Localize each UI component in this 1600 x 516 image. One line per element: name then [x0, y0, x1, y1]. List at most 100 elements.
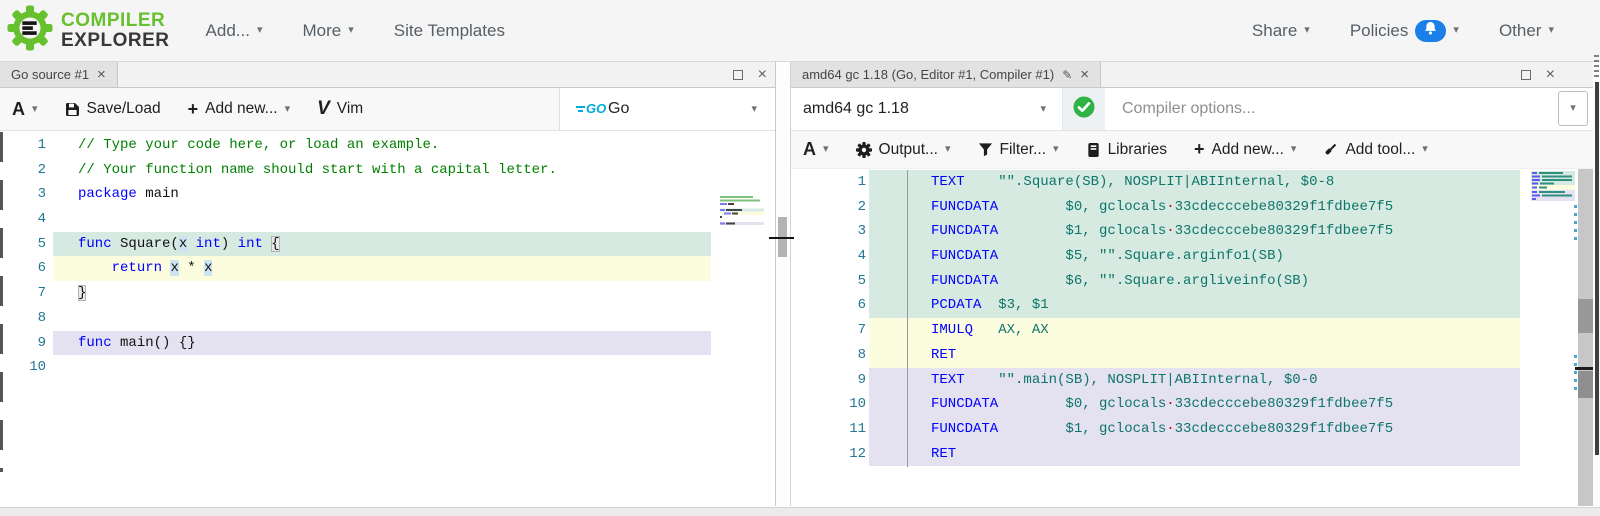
scrollbar-thumb[interactable] [1578, 299, 1593, 333]
drag-grip-icon[interactable] [1594, 55, 1599, 79]
chevron-down-icon: ▾ [1453, 25, 1459, 36]
tab-go-source[interactable]: Go source #1 × [0, 62, 118, 87]
source-minimap[interactable] [720, 196, 764, 232]
navbar: COMPILER EXPLORER Add... ▾ More ▾ Site T… [0, 0, 1600, 62]
save-load-button[interactable]: Save/Load [65, 100, 161, 118]
chevron-down-icon: ▾ [823, 144, 829, 155]
chevron-down-icon: ▾ [1304, 25, 1310, 36]
add-new-button[interactable]: + Add new... ▾ [1194, 139, 1296, 160]
pane-splitter[interactable] [777, 62, 790, 506]
assembly-line[interactable]: 9TEXT "".main(SB), NOSPLIT|ABIInternal, … [791, 368, 1593, 393]
notification-badge [1415, 20, 1446, 42]
logo[interactable]: COMPILER EXPLORER [7, 5, 170, 56]
font-size-button[interactable]: A ▾ [803, 139, 829, 160]
vim-toggle-button[interactable]: V Vim [317, 98, 363, 120]
source-code-line[interactable]: 8 [0, 306, 775, 331]
chevron-down-icon: ▾ [1422, 144, 1428, 155]
code-text: // Type your code here, or load an examp… [78, 133, 439, 158]
rename-pencil-icon[interactable]: ✎ [1062, 68, 1072, 82]
source-code-line[interactable]: 4 [0, 207, 775, 232]
line-number: 9 [0, 331, 46, 356]
line-number: 3 [0, 182, 46, 207]
chevron-down-icon: ▾ [348, 25, 354, 36]
add-new-button[interactable]: + Add new... ▾ [188, 99, 290, 120]
assembly-line[interactable]: 10FUNCDATA $0, gclocals·33cdecccebe80329… [791, 392, 1593, 417]
add-tool-button[interactable]: Add tool... ▾ [1323, 141, 1427, 159]
assembly-line[interactable]: 2FUNCDATA $0, gclocals·33cdecccebe80329f… [791, 195, 1593, 220]
chevron-down-icon: ▾ [1053, 144, 1059, 155]
code-text: PCDATA $3, $1 [931, 293, 1049, 318]
scrollbar-thumb[interactable] [1578, 371, 1593, 398]
close-icon[interactable]: × [758, 67, 767, 83]
filter-button[interactable]: Filter... ▾ [978, 141, 1059, 159]
chevron-down-icon: ▾ [1570, 103, 1576, 114]
line-number: 8 [791, 343, 866, 368]
screwdriver-icon [1323, 142, 1338, 157]
options-dropdown-button[interactable]: ▾ [1558, 91, 1588, 126]
chevron-down-icon: ▾ [1040, 104, 1046, 115]
code-text: FUNCDATA $1, gclocals·33cdecccebe80329f1… [931, 219, 1393, 244]
source-code-line[interactable]: 9func main() {} [0, 331, 775, 356]
line-highlight [869, 343, 1520, 368]
splitter-grip-line [769, 237, 794, 239]
assembly-line[interactable]: 12RET [791, 442, 1593, 467]
source-code-line[interactable]: 7} [0, 281, 775, 306]
assembly-line[interactable]: 8RET [791, 343, 1593, 368]
maximize-icon[interactable] [1521, 70, 1531, 80]
source-code-line[interactable]: 10 [0, 355, 775, 380]
assembly-line[interactable]: 11FUNCDATA $1, gclocals·33cdecccebe80329… [791, 417, 1593, 442]
assembly-line[interactable]: 6 PCDATA $3, $1 [791, 293, 1593, 318]
compiler-explorer-app: COMPILER EXPLORER Add... ▾ More ▾ Site T… [0, 0, 1600, 516]
pane-controls: × [733, 62, 767, 87]
compiler-options-input[interactable] [1105, 88, 1593, 130]
source-code-line[interactable]: 5func Square(x int) int { [0, 232, 775, 257]
close-icon[interactable]: × [1080, 67, 1089, 82]
plus-icon: + [1194, 139, 1205, 160]
compiler-select[interactable]: amd64 gc 1.18 ▾ [791, 88, 1063, 130]
source-code-line[interactable]: 2// Your function name should start with… [0, 158, 775, 183]
output-button[interactable]: Output... ▾ [856, 141, 951, 159]
close-icon[interactable]: × [97, 67, 106, 82]
minimap-decoration-marks [1574, 355, 1577, 395]
vim-icon: V [317, 98, 330, 120]
code-text: FUNCDATA $5, "".Square.arginfo1(SB) [931, 244, 1284, 269]
assembly-minimap[interactable] [1531, 171, 1575, 201]
window-bottom-bar [0, 507, 1600, 516]
line-number: 2 [0, 158, 46, 183]
line-number: 12 [791, 442, 866, 467]
check-circle-icon [1072, 95, 1096, 124]
language-select[interactable]: GO Go ▾ [559, 88, 775, 130]
maximize-icon[interactable] [733, 70, 743, 80]
source-code-editor[interactable]: 1// Type your code here, or load an exam… [0, 131, 775, 505]
navbar-menu-left: Add... ▾ More ▾ Site Templates [206, 21, 505, 41]
compiler-toolbar-row2: A ▾ Output... [791, 131, 1593, 169]
minimap-decoration-marks [1574, 205, 1577, 243]
source-code-line[interactable]: 3package main [0, 182, 775, 207]
menu-share[interactable]: Share ▾ [1252, 21, 1310, 41]
menu-site-templates[interactable]: Site Templates [394, 21, 505, 41]
assembly-line[interactable]: 7IMULQ AX, AX [791, 318, 1593, 343]
compiler-pane-tabbar: amd64 gc 1.18 (Go, Editor #1, Compiler #… [791, 62, 1593, 88]
scrollbar[interactable] [1578, 169, 1593, 506]
menu-other[interactable]: Other ▾ [1499, 21, 1554, 41]
source-code-line[interactable]: 1// Type your code here, or load an exam… [0, 133, 775, 158]
libraries-button[interactable]: Libraries [1086, 141, 1167, 159]
assembly-line[interactable]: 1TEXT "".Square(SB), NOSPLIT|ABIInternal… [791, 170, 1593, 195]
line-number: 6 [791, 293, 866, 318]
tab-compiler-output[interactable]: amd64 gc 1.18 (Go, Editor #1, Compiler #… [791, 62, 1101, 87]
assembly-line[interactable]: 3FUNCDATA $1, gclocals·33cdecccebe80329f… [791, 219, 1593, 244]
line-number: 5 [0, 232, 46, 257]
assembly-line[interactable]: 5FUNCDATA $6, "".Square.argliveinfo(SB) [791, 269, 1593, 294]
menu-more[interactable]: More ▾ [302, 21, 353, 41]
menu-policies[interactable]: Policies ▾ [1350, 20, 1459, 42]
navbar-menu-right: Share ▾ Policies ▾ Other ▾ [1252, 20, 1554, 42]
font-size-button[interactable]: A ▾ [12, 99, 38, 120]
tab-label: Go source #1 [11, 67, 89, 82]
assembly-output-editor[interactable]: 1TEXT "".Square(SB), NOSPLIT|ABIInternal… [791, 169, 1593, 506]
language-value: Go [608, 100, 629, 118]
close-icon[interactable]: × [1546, 67, 1555, 83]
assembly-line[interactable]: 4FUNCDATA $5, "".Square.arginfo1(SB) [791, 244, 1593, 269]
menu-add[interactable]: Add... ▾ [206, 21, 263, 41]
source-code-line[interactable]: 6 return x * x [0, 256, 775, 281]
line-number: 1 [791, 170, 866, 195]
